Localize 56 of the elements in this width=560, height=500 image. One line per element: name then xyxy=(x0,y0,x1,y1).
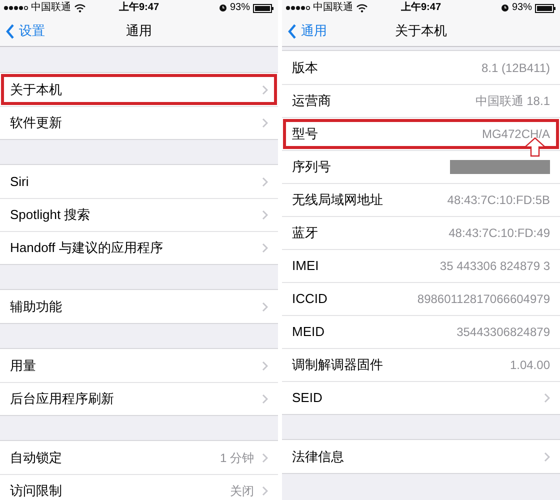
back-button[interactable]: 通用 xyxy=(288,16,327,46)
back-chevron-icon xyxy=(288,24,297,38)
nav-title: 关于本机 xyxy=(395,22,447,40)
signal-icon xyxy=(4,5,28,11)
row-label: 法律信息 xyxy=(292,448,344,466)
settings-row[interactable]: 关于本机 xyxy=(0,73,278,106)
row-label: 版本 xyxy=(292,58,318,77)
row-value: 48:43:7C:10:FD:49 xyxy=(448,225,550,242)
carrier-name: 中国联通 xyxy=(31,3,71,13)
row-label: 后台应用程序刷新 xyxy=(10,390,114,408)
row-value: 中国联通 18.1 xyxy=(475,93,550,110)
row-value: 89860112817066604979 xyxy=(417,291,550,308)
row-label: ICCID xyxy=(292,290,328,308)
alarm-icon xyxy=(218,4,227,12)
status-time: 上午9:47 xyxy=(400,3,442,13)
row-label: 软件更新 xyxy=(10,114,62,132)
nav-title: 通用 xyxy=(126,22,152,40)
row-label: 蓝牙 xyxy=(292,224,318,242)
row-value: 48:43:7C:10:FD:5B xyxy=(447,192,550,209)
row-label: 型号 xyxy=(292,125,318,144)
row-value: 1 分钟 xyxy=(220,450,254,466)
row-value: 35 443306 824879 3 xyxy=(440,258,550,275)
row-label: 访问限制 xyxy=(10,482,62,500)
battery-icon xyxy=(535,4,556,12)
row-label: MEID xyxy=(292,323,324,342)
wifi-icon xyxy=(356,3,368,13)
row-label: 运营商 xyxy=(292,92,331,110)
alarm-icon xyxy=(500,4,509,12)
status-time: 上午9:47 xyxy=(118,3,160,13)
row-label: Handoff 与建议的应用程序 xyxy=(10,239,163,258)
row-label: 调制解调器固件 xyxy=(292,356,383,374)
row-label: SEID xyxy=(292,389,322,408)
battery-icon xyxy=(253,4,274,12)
battery-percent: 93% xyxy=(230,3,250,13)
battery-percent: 93% xyxy=(512,3,532,13)
row-label: IMEI xyxy=(292,257,319,276)
carrier-name: 中国联通 xyxy=(313,3,353,13)
row-value: MG472CH/A xyxy=(482,126,550,143)
settings-row[interactable]: 访问限制 关闭 xyxy=(0,474,278,500)
row-label: Siri xyxy=(10,172,29,191)
settings-row[interactable]: 型号 MG472CH/A xyxy=(282,117,560,150)
row-label: 辅助功能 xyxy=(10,298,62,316)
row-label: 关于本机 xyxy=(10,80,62,99)
row-label: 用量 xyxy=(10,356,36,375)
row-value: 35443306824879 xyxy=(456,324,550,341)
signal-icon xyxy=(286,5,310,11)
row-value: 1.04.00 xyxy=(510,357,550,374)
back-chevron-icon xyxy=(6,24,15,38)
row-label: 自动锁定 xyxy=(10,448,62,467)
row-label: 无线局域网地址 xyxy=(292,191,383,210)
row-label: Spotlight 搜索 xyxy=(10,206,90,224)
row-value: 关闭 xyxy=(230,483,254,500)
row-value: 8.1 (12B411) xyxy=(482,60,550,76)
wifi-icon xyxy=(74,3,86,13)
back-button[interactable]: 设置 xyxy=(6,16,45,46)
row-label: 序列号 xyxy=(292,158,331,176)
